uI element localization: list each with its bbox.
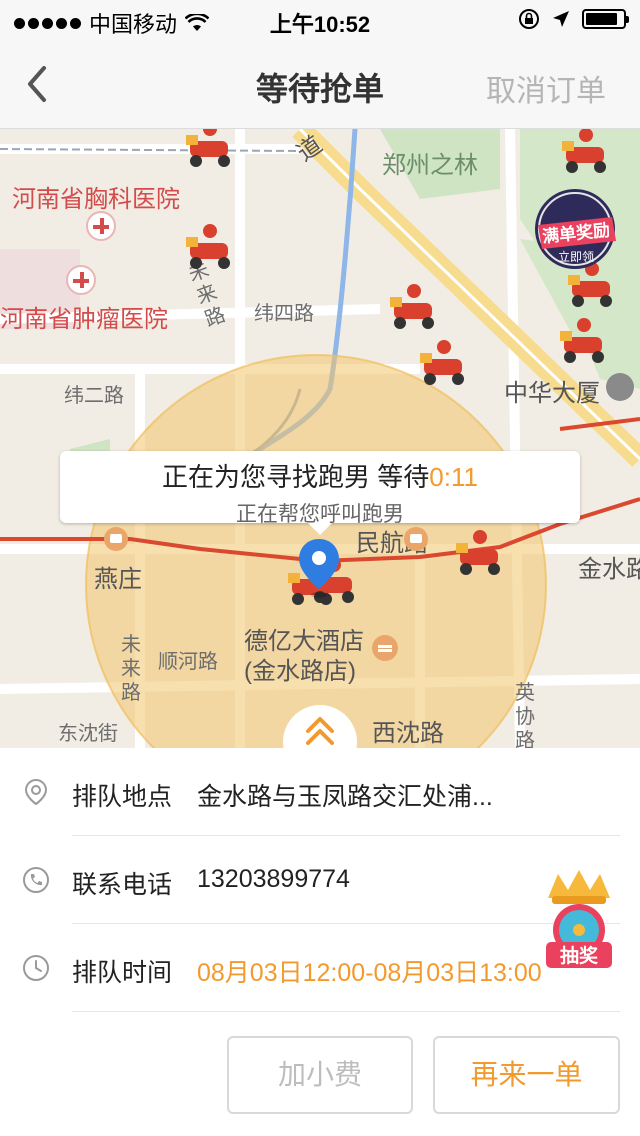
add-tip-button[interactable]: 加小费 <box>227 1036 413 1114</box>
hospital-icon <box>66 265 96 295</box>
queue-time-value: 08月03日12:00-08月03日13:00 <box>197 959 542 987</box>
map-label-yingxie-road: 英协路 <box>515 682 535 749</box>
map-label-yanzhuang: 燕庄 <box>94 566 142 593</box>
map-label-weier-road: 纬二路 <box>64 385 124 407</box>
map-label-tumor-hospital: 河南省肿瘤医院 <box>0 306 168 333</box>
wait-timer: 0:11 <box>429 462 478 492</box>
location-pin-icon <box>299 539 339 598</box>
battery-level <box>586 13 617 25</box>
map-label-zhonghua-tower: 中华大厦 <box>504 380 600 407</box>
courier-scooter-icon <box>456 530 500 575</box>
courier-scooter-icon <box>562 129 606 173</box>
map-label-zhengzhou-forest: 郑州之林 <box>382 152 478 179</box>
map-label-jinshui-road: 金水路 <box>578 556 640 583</box>
courier-scooter-icon <box>420 340 464 385</box>
searching-courier-bubble: 正在为您寻找跑男 等待0:11 正在帮您呼叫跑男 <box>60 451 580 535</box>
orientation-lock-icon <box>519 9 539 29</box>
clock-icon <box>23 955 49 981</box>
map-label-weisi-road: 纬四路 <box>254 303 314 325</box>
nav-bar: 等待抢单 取消订单 <box>0 40 640 129</box>
courier-scooter-icon <box>186 129 230 167</box>
map-label-chest-hospital: 河南省胸科医院 <box>12 186 180 213</box>
map-view[interactable]: 道 郑州之林 河南省胸科医院 河南省肿瘤医院 未来路 纬四路 纬二路 中华大厦 … <box>0 129 640 749</box>
divider <box>72 1011 620 1012</box>
lottery-badge[interactable]: 抽奖 <box>542 868 616 972</box>
bubble-sub-text: 正在帮您呼叫跑男 <box>236 503 404 526</box>
queue-location-row: 排队地点 金水路与玉凤路交汇处浦... <box>0 748 640 836</box>
reorder-button[interactable]: 再来一单 <box>433 1036 620 1114</box>
hospital-icon <box>86 211 116 241</box>
bubble-main-text: 正在为您寻找跑男 等待0:11 <box>60 457 580 494</box>
map-label-shunhe-road: 顺河路 <box>158 651 218 673</box>
phone-icon <box>23 867 49 893</box>
cancel-order-button[interactable]: 取消订单 <box>486 66 606 110</box>
map-label-dongshen-street: 东沈街 <box>58 723 118 745</box>
map-label-hotel-branch: (金水路店) <box>244 658 356 685</box>
contact-phone-label: 联系电话 <box>72 871 173 899</box>
bubble-status-text: 正在为您寻找跑男 等待 <box>162 462 430 492</box>
lottery-label: 抽奖 <box>560 944 599 967</box>
reward-badge[interactable]: 满单奖励 立即领 <box>532 181 618 277</box>
courier-scooter-icon <box>390 284 434 329</box>
queue-location-value: 金水路与玉凤路交汇处浦... <box>197 783 493 811</box>
contact-phone-value[interactable]: 13203899774 <box>197 865 350 894</box>
map-label-weilai-road-bottom: 未来路 <box>121 634 141 704</box>
location-arrow-icon <box>553 11 569 27</box>
location-pin-icon <box>24 778 48 806</box>
building-icon <box>606 373 634 401</box>
courier-scooter-icon <box>560 318 604 363</box>
queue-location-label: 排队地点 <box>72 783 173 811</box>
metro-station-icon <box>404 527 428 551</box>
queue-time-label: 排队时间 <box>72 959 173 987</box>
reward-badge-action: 立即领 <box>558 249 594 264</box>
hotel-icon <box>372 635 398 661</box>
map-label-xishen-road: 西沈路 <box>372 720 444 747</box>
courier-scooter-icon <box>186 224 230 269</box>
status-right <box>518 8 629 30</box>
status-bar: 中国移动 上午10:52 <box>0 0 640 40</box>
battery-icon <box>582 9 629 29</box>
metro-station-icon <box>104 527 128 551</box>
